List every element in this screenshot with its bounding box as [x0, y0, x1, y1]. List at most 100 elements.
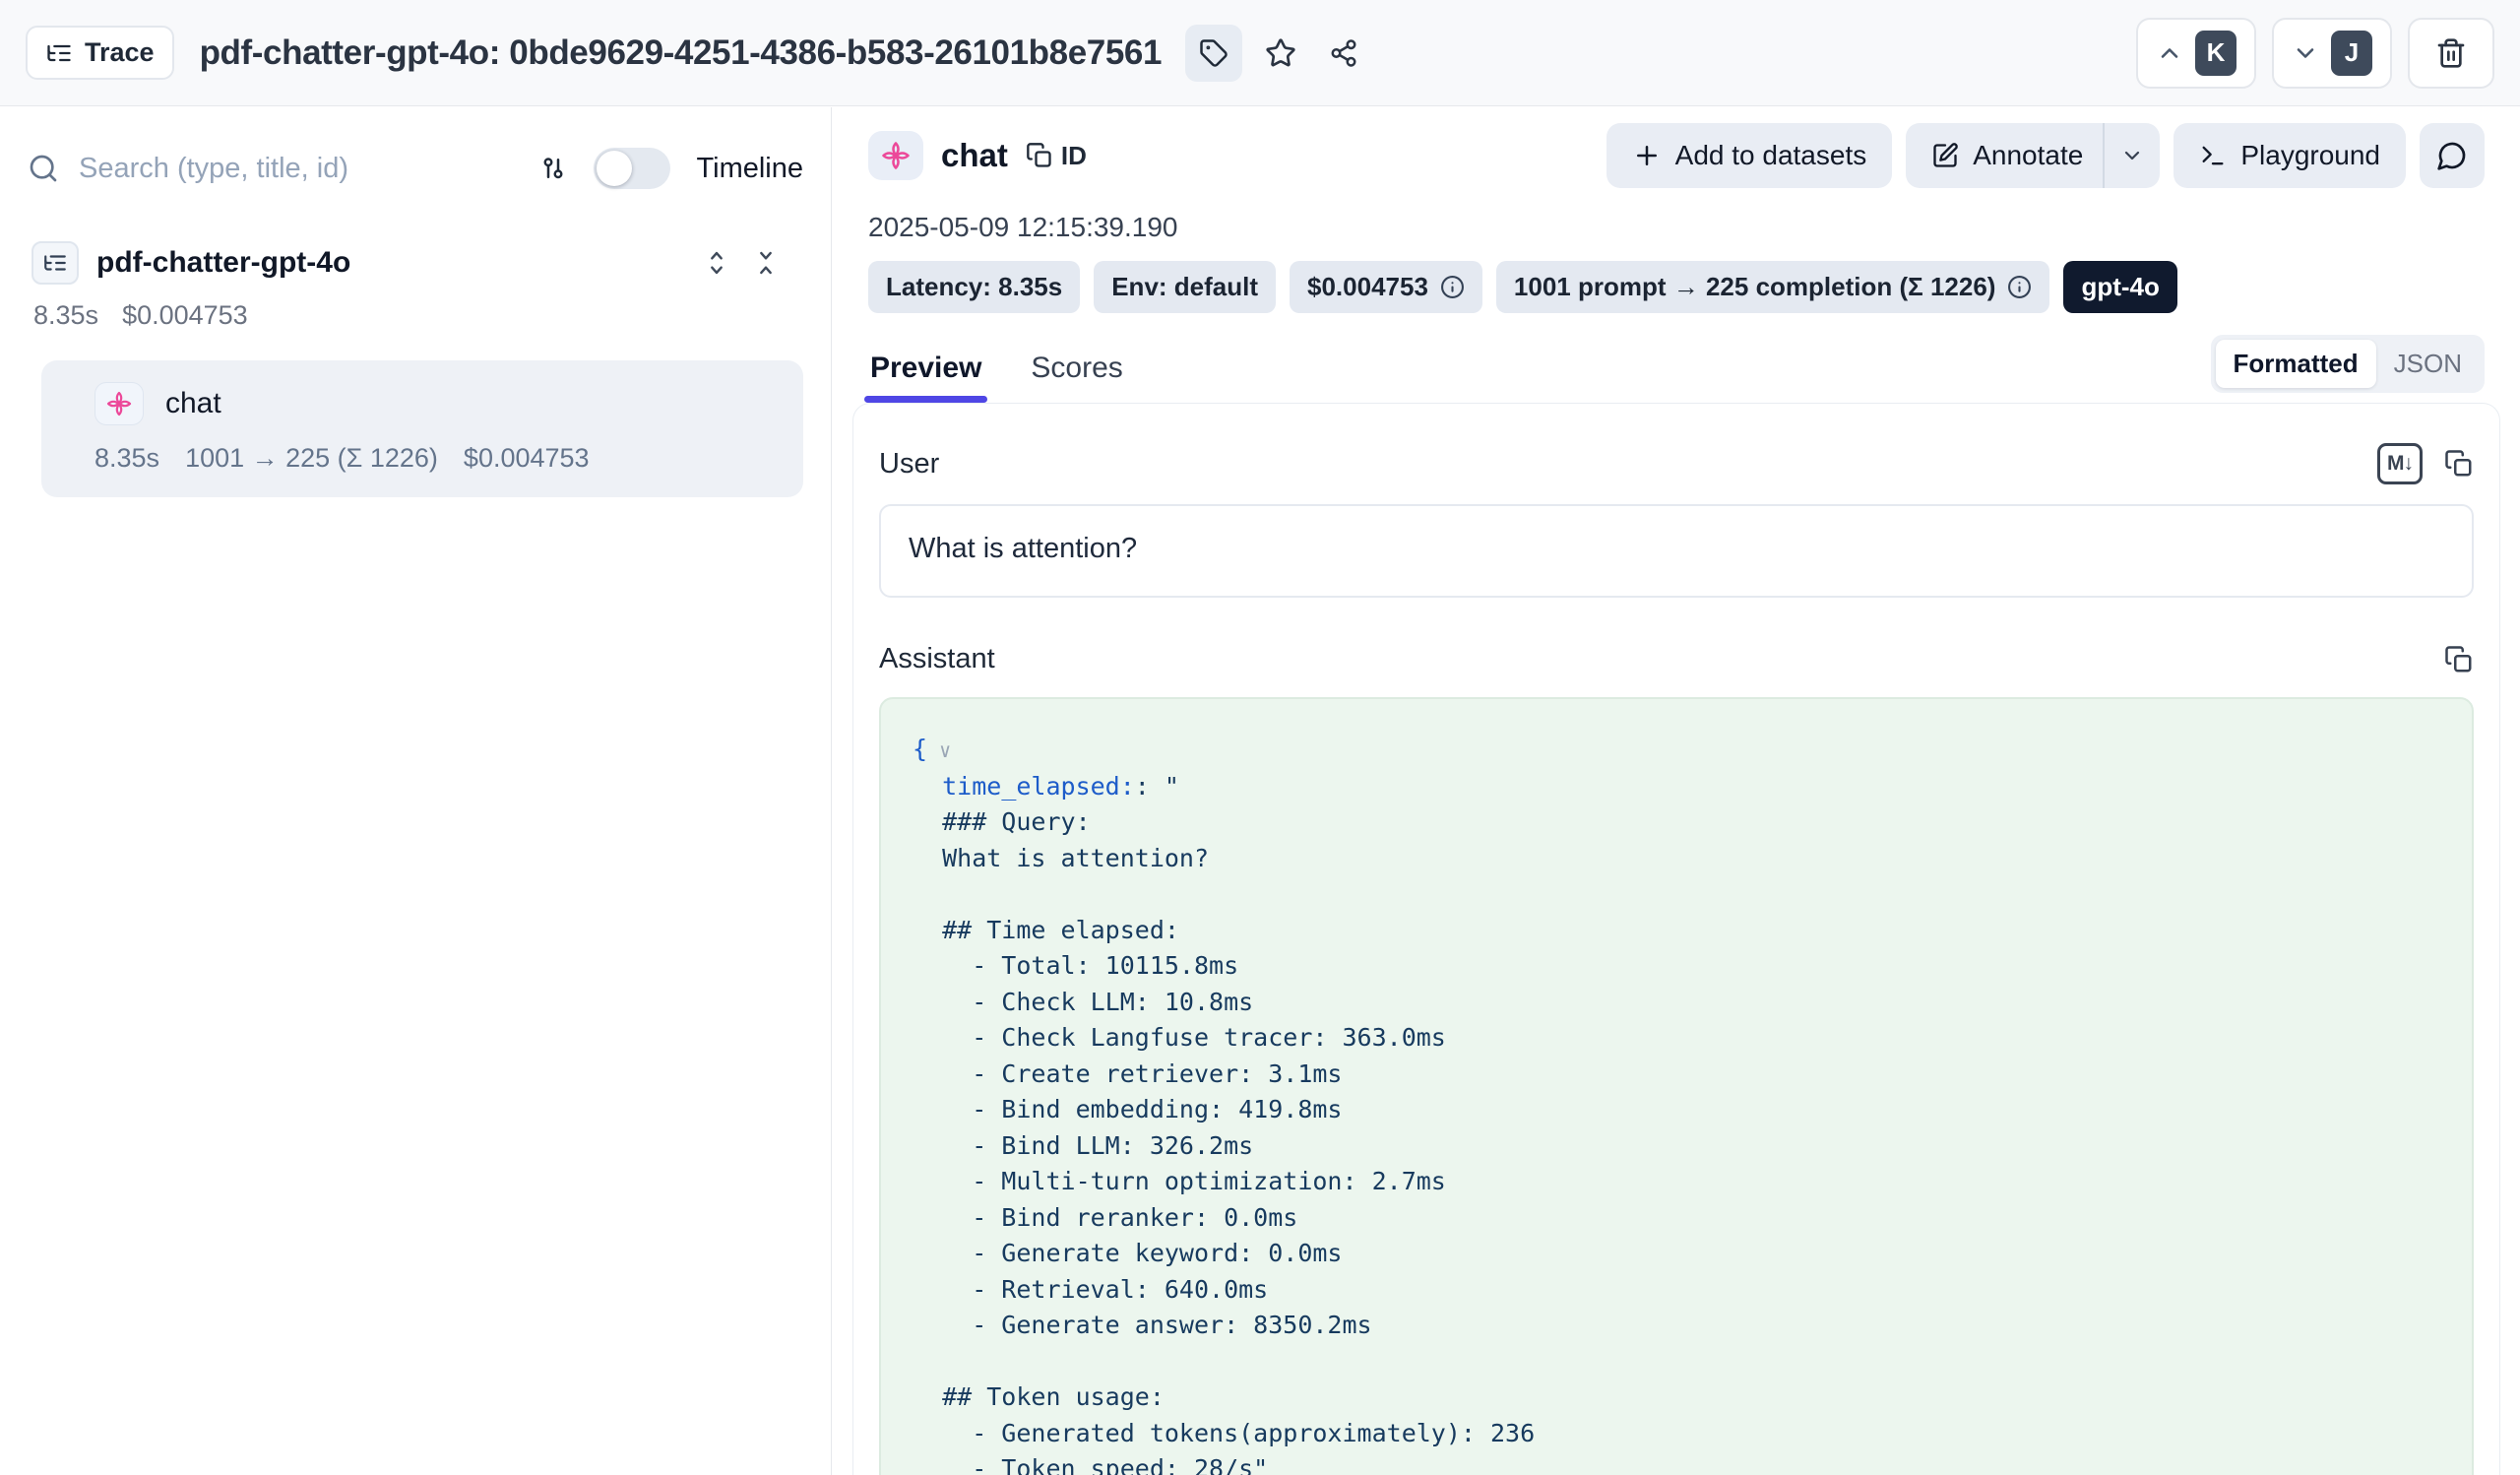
trash-icon	[2435, 37, 2467, 69]
annotate-label: Annotate	[1973, 140, 2083, 171]
generation-icon	[105, 390, 133, 417]
chevron-up-icon	[2156, 39, 2183, 67]
format-toggle-formatted[interactable]: Formatted	[2216, 340, 2376, 388]
chat-cost: $0.004753	[464, 443, 590, 474]
trace-latency: 8.35s	[33, 300, 98, 331]
tabs-row: Preview Scores Formatted JSON	[868, 335, 2485, 403]
unfold-vertical-icon	[703, 249, 730, 277]
toggle-knob	[597, 151, 632, 186]
markdown-toggle-icon[interactable]: M↓	[2377, 443, 2423, 484]
nav-next-button[interactable]: J	[2272, 18, 2392, 89]
observation-timestamp: 2025-05-09 12:15:39.190	[868, 212, 2485, 243]
info-icon	[1440, 275, 1465, 299]
copy-icon	[2444, 645, 2474, 674]
trace-tree: pdf-chatter-gpt-4o 8.35s $0.004753	[28, 241, 803, 497]
annotate-split-button: Annotate	[1906, 123, 2160, 188]
trace-badge-label: Trace	[85, 37, 155, 68]
page-title: pdf-chatter-gpt-4o: 0bde9629-4251-4386-b…	[200, 33, 1163, 73]
message-bubble-icon	[2436, 140, 2468, 171]
copy-icon	[2444, 449, 2474, 479]
trace-node-badge	[32, 241, 79, 285]
chat-token-usage: 1001 → 225 (Σ 1226)	[185, 443, 438, 474]
assistant-section-label: Assistant	[879, 643, 995, 675]
model-badge-label: gpt-4o	[2081, 272, 2159, 302]
observation-panel: chat ID Add to datasets A	[833, 107, 2520, 1475]
user-section-header: User M↓	[879, 443, 2474, 484]
terminal-icon	[2199, 142, 2227, 169]
copy-icon	[1026, 142, 1053, 169]
add-to-datasets-label: Add to datasets	[1675, 140, 1867, 171]
list-tree-icon	[42, 250, 68, 276]
view-options-button[interactable]	[538, 154, 568, 183]
tree-node-trace[interactable]: pdf-chatter-gpt-4o	[28, 241, 803, 285]
timeline-toggle-label: Timeline	[696, 153, 803, 185]
tab-scores[interactable]: Scores	[1029, 352, 1124, 403]
timeline-toggle[interactable]	[594, 148, 670, 189]
generation-icon	[880, 140, 912, 171]
chat-node-title: chat	[165, 387, 221, 420]
format-toggle-json[interactable]: JSON	[2376, 340, 2480, 388]
generation-badge	[868, 131, 923, 180]
fold-vertical-icon	[752, 249, 780, 277]
copy-user-content-button[interactable]	[2444, 449, 2474, 479]
plus-icon	[1632, 141, 1662, 170]
observation-header: chat ID Add to datasets A	[868, 123, 2485, 188]
keyboard-shortcut-j: J	[2331, 31, 2372, 76]
annotate-dropdown-button[interactable]	[2105, 123, 2160, 188]
latency-badge-label: Latency: 8.35s	[886, 272, 1062, 302]
tag-button[interactable]	[1185, 25, 1242, 82]
search-input-wrap	[28, 153, 513, 185]
collapse-all-button[interactable]	[752, 249, 780, 277]
trace-node-title: pdf-chatter-gpt-4o	[96, 246, 350, 280]
keyboard-shortcut-k: K	[2195, 31, 2236, 76]
cost-badge[interactable]: $0.004753	[1290, 261, 1482, 313]
observation-badges: Latency: 8.35s Env: default $0.004753 10…	[868, 261, 2485, 313]
top-bar: Trace pdf-chatter-gpt-4o: 0bde9629-4251-…	[0, 0, 2520, 106]
search-input[interactable]	[79, 153, 513, 185]
observation-title: chat	[941, 137, 1008, 174]
playground-button[interactable]: Playground	[2174, 123, 2406, 188]
trace-type-badge: Trace	[26, 26, 174, 80]
bookmark-star-button[interactable]	[1252, 25, 1309, 82]
tag-icon	[1199, 38, 1228, 68]
search-icon	[28, 153, 59, 184]
user-message-box: What is attention?	[879, 504, 2474, 598]
list-tree-icon	[45, 39, 73, 67]
tab-preview[interactable]: Preview	[868, 352, 983, 403]
info-icon	[2007, 275, 2032, 299]
generation-badge	[94, 382, 144, 425]
nav-previous-button[interactable]: K	[2136, 18, 2256, 89]
top-bar-actions: K J	[2136, 18, 2494, 89]
trace-node-stats: 8.35s $0.004753	[33, 300, 803, 331]
token-usage-badge[interactable]: 1001 prompt → 225 completion (Σ 1226)	[1496, 261, 2050, 313]
chat-latency: 8.35s	[94, 443, 159, 474]
observation-actions: Add to datasets Annotate	[1606, 123, 2485, 188]
share-icon	[1329, 38, 1358, 68]
cost-badge-label: $0.004753	[1307, 272, 1428, 302]
add-to-datasets-button[interactable]: Add to datasets	[1606, 123, 1893, 188]
copy-assistant-content-button[interactable]	[2444, 645, 2474, 674]
preview-content-panel: User M↓ What is attention? Assistant	[852, 403, 2500, 1475]
delete-trace-button[interactable]	[2408, 18, 2494, 89]
sliders-icon	[538, 154, 568, 183]
tabs: Preview Scores	[868, 352, 1125, 403]
tree-node-chat[interactable]: chat 8.35s 1001 → 225 (Σ 1226) $0.004753	[41, 360, 803, 497]
comments-button[interactable]	[2420, 123, 2485, 188]
user-section-label: User	[879, 448, 939, 481]
trace-tree-sidebar: Timeline pdf-chatter-gpt-4o	[0, 107, 832, 1475]
assistant-section-header: Assistant	[879, 643, 2474, 675]
share-button[interactable]	[1315, 25, 1372, 82]
copy-id-button[interactable]: ID	[1026, 141, 1087, 171]
playground-label: Playground	[2240, 140, 2380, 171]
env-badge: Env: default	[1094, 261, 1276, 313]
chevron-down-icon	[2292, 39, 2319, 67]
model-badge[interactable]: gpt-4o	[2063, 261, 2176, 313]
tree-actions	[703, 249, 780, 277]
star-icon	[1265, 37, 1296, 69]
id-label: ID	[1061, 141, 1087, 171]
annotate-button[interactable]: Annotate	[1906, 123, 2103, 188]
expand-all-button[interactable]	[703, 249, 730, 277]
tree-search-row: Timeline	[28, 137, 803, 200]
edit-icon	[1931, 142, 1959, 169]
trace-cost: $0.004753	[122, 300, 248, 331]
